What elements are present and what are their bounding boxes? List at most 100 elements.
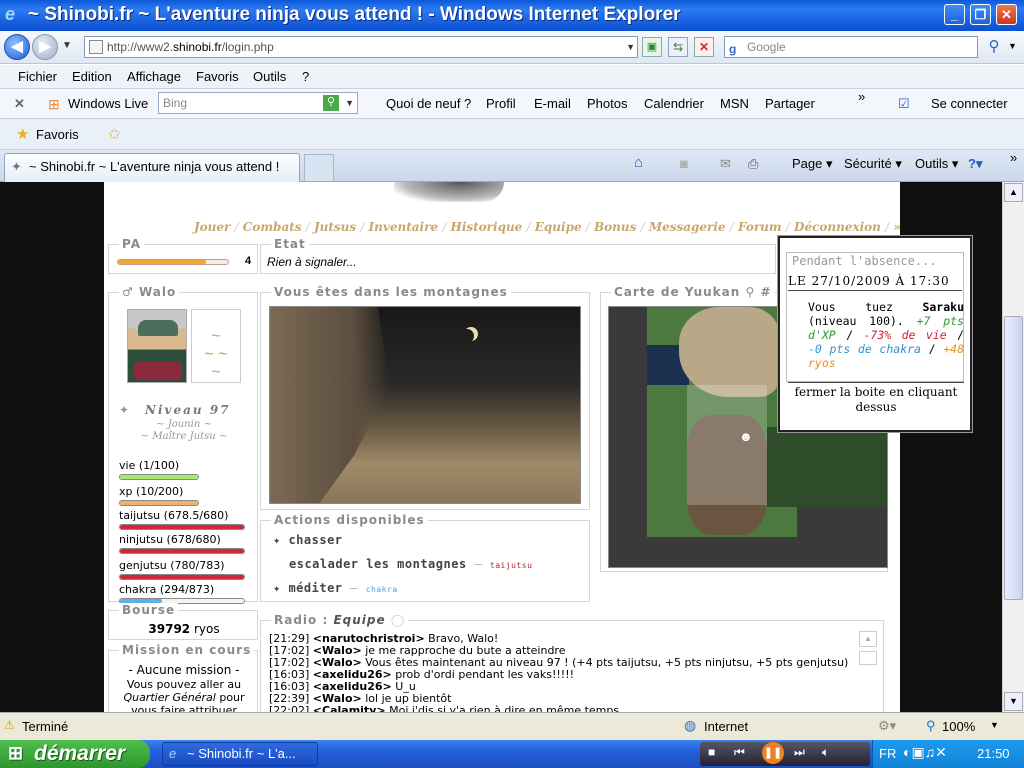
nav-messagerie[interactable]: Messagerie [649,220,726,234]
wl-link-calendrier[interactable]: Calendrier [644,96,704,111]
zoom-dropdown-icon[interactable]: ▼ [990,720,999,730]
minimize-button[interactable]: _ [944,4,965,25]
map-legend: Carte de Yuukan ⚲ # [611,285,775,299]
nav-inventaire[interactable]: Inventaire [369,220,439,234]
history-dropdown-icon[interactable]: ▼ [62,40,72,51]
stat-bar-fill [120,501,198,505]
popup-close-text[interactable]: fermer la boite en cliquant dessus [784,385,968,415]
media-stop-icon[interactable]: ■ [708,745,715,759]
media-volume-icon[interactable]: 🔈︎ [822,745,829,760]
nav-forum[interactable]: Forum [738,220,782,234]
add-favorite-icon[interactable]: ✩ [108,125,121,143]
print-icon[interactable]: ⎙ [748,156,758,172]
mission-qg-link[interactable]: Quartier Général [123,691,215,704]
tab-shinobi[interactable]: ✦ ~ Shinobi.fr ~ L'aventure ninja vous a… [4,153,300,182]
bing-search-icon[interactable]: ⚲ [323,95,339,111]
zoom-level[interactable]: 100% [942,719,975,734]
menu-help[interactable]: ? [302,69,309,84]
close-button[interactable]: ✕ [996,4,1017,25]
refresh-icon[interactable]: ⇆ [668,37,688,57]
forward-button[interactable]: ▶ [32,34,58,60]
action-mediter[interactable]: ✦ méditer – chakra [273,581,398,595]
menu-edition[interactable]: Edition [72,69,112,84]
back-button[interactable]: ◀ [4,34,30,60]
wl-connect-link[interactable]: Se connecter [931,96,1008,111]
wl-link-photos[interactable]: Photos [587,96,627,111]
mail-icon[interactable]: ✉ [720,156,731,172]
action-icon: ✦ [273,581,289,595]
absence-popup[interactable]: Pendant l'absence... LE 27/10/2009 À 17:… [778,236,972,432]
nav-more[interactable]: » [893,220,901,234]
wl-link-msn[interactable]: MSN [720,96,749,111]
nav-jouer[interactable]: Jouer [194,220,230,234]
home-icon[interactable]: ⌂ [634,154,643,171]
grid-icon[interactable]: # [760,285,771,299]
security-menu[interactable]: Sécurité ▾ [844,156,902,172]
zoom-icon[interactable]: ⚲ [746,285,756,299]
more-commands-icon[interactable]: » [1010,150,1017,165]
checkbox-icon[interactable]: ☑ [898,96,910,112]
action-escalader[interactable]: escalader les montagnes – taijutsu [289,557,532,571]
mission-line4: vous faire attribuer [131,704,237,712]
media-pause-icon[interactable]: ❚❚ [762,742,784,764]
language-indicator[interactable]: FR [879,746,896,761]
wl-link-profil[interactable]: Profil [486,96,516,111]
nav-deconnexion[interactable]: Déconnexion [794,220,881,234]
search-options-icon[interactable]: ▼ [1008,41,1017,51]
media-player-bar: ■ ⏮ ❚❚ ⏭ 🔈︎ [700,742,870,766]
wl-link-email[interactable]: E-mail [534,96,571,111]
media-next-icon[interactable]: ⏭ [794,745,805,760]
scroll-thumb[interactable] [1004,316,1023,600]
url-dropdown-icon[interactable]: ▼ [626,37,635,57]
window-titlebar[interactable]: e ~ Shinobi.fr ~ L'aventure ninja vous a… [0,0,1024,31]
new-tab-button[interactable] [304,154,334,181]
radio-message: [22:02] <Calamity> Moi j'dis si y'a rien… [269,704,859,713]
wl-link-partager[interactable]: Partager [765,96,815,111]
tools-menu[interactable]: Outils ▾ [915,156,958,172]
help-icon[interactable]: ?▾ [968,156,982,172]
start-button[interactable]: ⊞ démarrer [0,740,150,768]
search-button-icon[interactable]: ⚲ [984,37,1004,57]
nav-equipe[interactable]: Equipe [535,220,582,234]
close-toolbar-icon[interactable]: ✕ [14,96,25,112]
menu-outils[interactable]: Outils [253,69,286,84]
rss-feed-icon[interactable]: ◙ [680,156,688,171]
taskbar: ⊞ démarrer e ~ Shinobi.fr ~ L'a... ■ ⏮ ❚❚ … [0,740,1024,768]
search-input[interactable]: g Google [724,36,978,58]
nav-bonus[interactable]: Bonus [594,220,636,234]
scroll-down-button[interactable]: ▼ [1004,692,1023,711]
compat-view-icon[interactable]: ▣ [642,37,662,57]
radio-user[interactable]: <Calamity> [313,704,386,713]
windows-logo-icon: ⊞ [48,96,60,112]
radio-scroll-up[interactable]: ▲ [859,631,877,647]
pa-panel: PA 4 [108,237,258,274]
zoom-icon[interactable]: ⚲ [926,718,936,734]
taskbar-ie-window[interactable]: e ~ Shinobi.fr ~ L'a... [162,742,318,766]
nav-historique[interactable]: Historique [450,220,522,234]
tray-icons[interactable]: ◐▣♫✕ [903,744,947,761]
bing-dropdown-icon[interactable]: ▼ [345,93,354,113]
menu-favoris[interactable]: Favoris [196,69,239,84]
mission-panel: Mission en cours - Aucune mission - Vous… [108,643,258,712]
page-menu[interactable]: Page ▾ [792,156,833,172]
radio-messages: [21:29] <narutochristroi> Bravo, Walo! [1… [269,633,859,713]
menu-fichier[interactable]: Fichier [18,69,57,84]
windows-live-label[interactable]: Windows Live [68,96,148,111]
menu-affichage[interactable]: Affichage [127,69,181,84]
maximize-button[interactable]: ❐ [970,4,991,25]
stop-icon[interactable]: ✕ [694,37,714,57]
stat-bar-fill [120,549,244,553]
protected-mode-icon[interactable]: ⚙▾ [878,718,896,734]
bing-search-input[interactable]: Bing ⚲ ▼ [158,92,358,114]
media-prev-icon[interactable]: ⏮ [734,745,745,760]
scroll-up-button[interactable]: ▲ [1004,183,1023,202]
favorites-button[interactable]: Favoris [36,127,79,142]
nav-combats[interactable]: Combats [243,220,302,234]
nav-jutsus[interactable]: Jutsus [314,220,356,234]
page-scrollbar[interactable]: ▲ ▼ [1002,182,1024,712]
address-input[interactable]: http://www2.shinobi.fr/login.php ▼ [84,36,638,58]
action-chasser[interactable]: ✦ chasser [273,533,343,547]
wl-link-news[interactable]: Quoi de neuf ? [386,96,471,111]
more-chevron-icon[interactable]: » [858,89,865,104]
radio-scroll-track[interactable] [859,651,877,665]
